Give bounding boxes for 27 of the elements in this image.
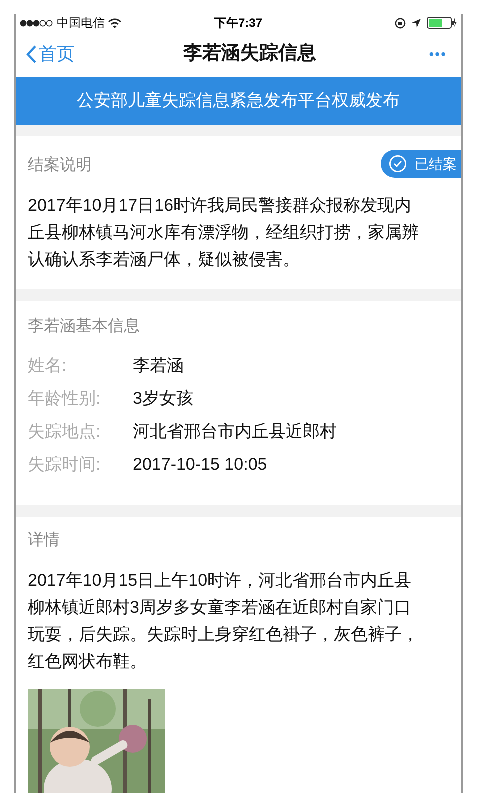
battery-icon xyxy=(427,17,457,29)
field-label: 失踪地点: xyxy=(28,420,102,443)
wifi-icon xyxy=(108,18,122,28)
back-button[interactable]: 首页 xyxy=(26,40,75,68)
back-chevron-icon xyxy=(26,44,37,64)
status-time: 下午7:37 xyxy=(214,15,263,32)
field-label: 年龄性别: xyxy=(28,388,102,410)
rotation-lock-icon xyxy=(395,18,406,28)
carrier-name: 中国电信 xyxy=(57,15,105,32)
signal-icon xyxy=(20,20,54,26)
field-value: 李若涵 xyxy=(133,354,184,377)
field-value: 河北省邢台市内丘县近郎村 xyxy=(133,420,337,443)
field-label: 姓名: xyxy=(28,354,68,377)
page-title: 李若涵失踪信息 xyxy=(184,42,317,66)
platform-banner: 公安部儿童失踪信息紧急发布平台权威发布 xyxy=(16,76,461,125)
more-button[interactable]: ••• xyxy=(425,44,451,65)
field-value: 2017-10-15 10:05 xyxy=(133,454,268,476)
field-label: 失踪时间: xyxy=(28,454,102,476)
field-value: 3岁女孩 xyxy=(133,388,194,410)
section-heading: 详情 xyxy=(28,530,61,551)
section-heading: 结案说明 xyxy=(28,155,92,176)
check-circle-icon xyxy=(389,155,407,173)
details-text: 2017年10月15日上午10时许，河北省邢台市内丘县柳林镇近郎村3周岁多女童李若涵在近郎村自家门口玩耍，后失踪。失踪时上身穿红色褂子，灰色裤子，红色网状布鞋。 xyxy=(28,570,420,673)
closure-text: 2017年10月17日16时许我局民警接群众报称发现内丘县柳林镇马河水库有漂浮物，经组织打捞，家属辨认确认系李若涵尸体，疑似被侵害。 xyxy=(28,195,420,271)
case-closed-badge: 已结案 xyxy=(381,150,461,178)
location-icon xyxy=(412,18,421,28)
section-heading: 李若涵基本信息 xyxy=(28,316,141,337)
